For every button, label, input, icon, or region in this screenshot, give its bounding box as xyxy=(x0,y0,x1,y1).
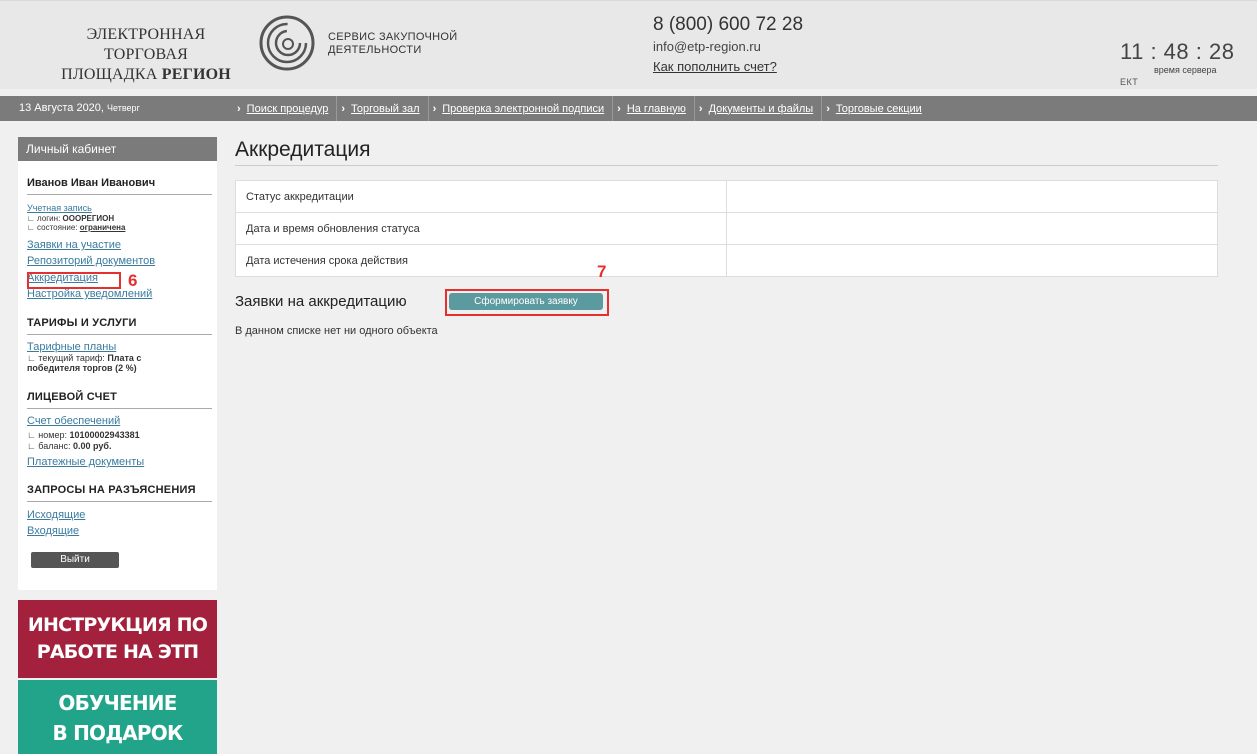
instruction-banner[interactable]: ИНСТРУКЦИЯ ПО РАБОТЕ НА ЭТП xyxy=(18,600,217,678)
chevron-right-icon: › xyxy=(698,102,703,115)
status-update-label: Дата и время обновления статуса xyxy=(235,212,727,245)
divider xyxy=(27,501,212,502)
email-address[interactable]: info@etp-region.ru xyxy=(653,39,761,54)
chevron-right-icon: › xyxy=(432,102,437,115)
nav-link-home[interactable]: › На главную xyxy=(613,96,695,121)
status-value xyxy=(726,180,1218,213)
current-date: 13 Августа 2020, Четверг xyxy=(19,102,140,114)
training-banner[interactable]: ОБУЧЕНИЕ В ПОДАРОК xyxy=(18,680,217,754)
empty-list-message: В данном списке нет ни одного объекта xyxy=(235,325,438,337)
personal-cabinet-sidebar: Личный кабинет Иванов Иван Иванович Учет… xyxy=(18,137,217,590)
topup-link[interactable]: Как пополнить счет? xyxy=(653,59,777,74)
server-time-label: время сервера xyxy=(1154,65,1217,75)
accreditation-requests-title: Заявки на аккредитацию xyxy=(235,293,407,310)
annotation-step-6: 6 xyxy=(128,271,138,290)
nav-link-trading-sections[interactable]: › Торговые секции xyxy=(822,96,930,121)
chevron-right-icon: › xyxy=(617,102,621,115)
annotation-step-7: 7 xyxy=(597,262,607,281)
title-divider xyxy=(235,165,1218,166)
spiral-logo-icon[interactable] xyxy=(258,13,316,73)
nav-link-documents[interactable]: › Документы и файлы xyxy=(695,96,823,121)
logo-line-1: ЭЛЕКТРОННАЯ ТОРГОВАЯ xyxy=(86,26,206,63)
divider xyxy=(27,408,212,409)
current-tariff-info: ∟ текущий тариф: Плата с победителя торго… xyxy=(27,353,142,373)
service-caption: СЕРВИС ЗАКУПОЧНОЙ ДЕЯТЕЛЬНОСТИ xyxy=(328,31,458,56)
account-section-title: ЛИЦЕВОЙ СЧЕТ xyxy=(27,391,118,403)
page-title: Аккредитация xyxy=(235,138,371,161)
table-row: Дата истечения срока действия xyxy=(235,244,1218,277)
expiry-label: Дата истечения срока действия xyxy=(235,244,727,277)
sidebar-header: Личный кабинет xyxy=(18,137,217,161)
sidebar-item-applications[interactable]: Заявки на участие xyxy=(27,239,121,251)
divider xyxy=(27,194,212,195)
top-navbar: 13 Августа 2020, Четверг › Поиск процедур… xyxy=(0,96,1257,121)
logo-line-2b: РЕГИОН xyxy=(161,66,231,83)
account-balance-info: ∟ баланс: 0.00 руб. xyxy=(27,441,112,451)
chevron-right-icon: › xyxy=(341,102,346,115)
payment-documents-link[interactable]: Платежные документы xyxy=(27,456,144,468)
outgoing-link[interactable]: Исходящие xyxy=(27,509,85,521)
account-state-info: ∟ состояние: ограничена xyxy=(27,223,126,232)
site-logo-text[interactable]: ЭЛЕКТРОННАЯ ТОРГОВАЯ ПЛОЩАДКА РЕГИОН xyxy=(46,25,246,85)
table-row: Дата и время обновления статуса xyxy=(235,212,1218,245)
incoming-link[interactable]: Входящие xyxy=(27,525,79,537)
annotation-highlight-accreditation xyxy=(27,272,121,289)
nav-link-search[interactable]: › Поиск процедур xyxy=(233,96,338,121)
nav-links: › Поиск процедур › Торговый зал › Проверка … xyxy=(233,96,930,121)
status-label: Статус аккредитации xyxy=(235,180,727,213)
logo-line-2a: ПЛОЩАДКА xyxy=(61,66,162,83)
tariff-plans-link[interactable]: Тарифные планы xyxy=(27,341,116,353)
nav-link-trading-hall[interactable]: › Торговый зал xyxy=(337,96,429,121)
logout-button[interactable]: Выйти xyxy=(31,552,119,568)
timezone-label: ЕКТ xyxy=(1120,77,1139,87)
user-name: Иванов Иван Иванович xyxy=(27,177,156,189)
nav-link-signature-check[interactable]: › Проверка электронной подписи xyxy=(429,96,614,121)
expiry-value xyxy=(726,244,1218,277)
phone-number: 8 (800) 600 72 28 xyxy=(653,14,804,35)
annotation-highlight-create-request xyxy=(445,289,609,316)
chevron-right-icon: › xyxy=(237,102,241,115)
sidebar-item-repository[interactable]: Репозиторий документов xyxy=(27,255,155,267)
accreditation-info-table: Статус аккредитации Дата и время обновле… xyxy=(235,180,1218,277)
deposit-account-link[interactable]: Счет обеспечений xyxy=(27,415,120,427)
tariffs-section-title: ТАРИФЫ И УСЛУГИ xyxy=(27,317,137,329)
table-row: Статус аккредитации xyxy=(235,180,1218,213)
requests-section-title: ЗАПРОСЫ НА РАЗЪЯСНЕНИЯ xyxy=(27,484,196,496)
account-link[interactable]: Учетная запись xyxy=(27,203,92,213)
login-info: ∟ логин: ОООРЕГИОН xyxy=(27,214,115,223)
account-number-info: ∟ номер: 10100002943381 xyxy=(27,430,140,440)
site-header: ЭЛЕКТРОННАЯ ТОРГОВАЯ ПЛОЩАДКА РЕГИОН СЕР… xyxy=(0,0,1257,89)
status-update-value xyxy=(726,212,1218,245)
divider xyxy=(27,334,212,335)
chevron-right-icon: › xyxy=(826,102,830,115)
